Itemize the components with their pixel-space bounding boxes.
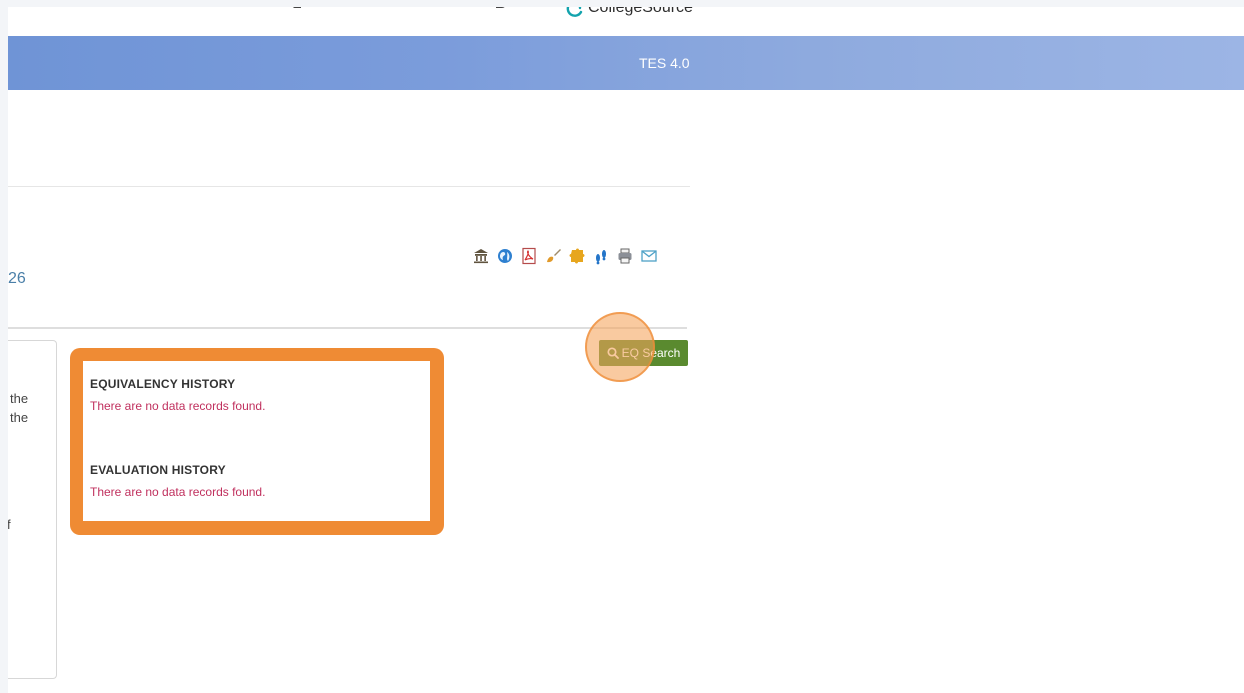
cropped-text-fragment (293, 7, 301, 8)
cropped-text-line: the (10, 410, 29, 425)
content-divider (8, 327, 687, 329)
cropped-text-line: the (10, 391, 29, 406)
collegesource-logo-icon (566, 7, 583, 17)
equivalency-history-title: EQUIVALENCY HISTORY (90, 377, 236, 391)
cropped-text-line: f (8, 517, 11, 532)
app-header-bar: TES 4.0 (8, 36, 1244, 90)
brush-icon[interactable] (543, 246, 563, 266)
left-content-panel: the the f (8, 340, 57, 679)
history-highlight-box: EQUIVALENCY HISTORY There are no data re… (70, 348, 444, 535)
evaluation-empty-message: There are no data records found. (90, 485, 266, 499)
history-card: EQUIVALENCY HISTORY There are no data re… (83, 361, 430, 521)
brand-name: CollegeSource (588, 7, 693, 16)
puzzle-icon[interactable] (567, 246, 587, 266)
pdf-icon[interactable] (519, 246, 539, 266)
globe-icon[interactable] (495, 246, 515, 266)
cropped-number: 26 (8, 270, 26, 287)
section-divider (8, 186, 690, 187)
institution-icon[interactable] (471, 246, 491, 266)
version-label: TES 4.0 (639, 55, 690, 71)
evaluation-history-title: EVALUATION HISTORY (90, 463, 226, 477)
print-icon[interactable] (615, 246, 635, 266)
top-brand-area: CollegeSource (8, 7, 708, 18)
cropped-text-fragment (496, 7, 506, 8)
footprints-icon[interactable] (591, 246, 611, 266)
equivalency-empty-message: There are no data records found. (90, 399, 266, 413)
page: CollegeSource TES 4.0 26 the the f EQUIV… (8, 7, 1244, 693)
search-icon (607, 347, 619, 359)
email-icon[interactable] (639, 246, 659, 266)
eq-search-button[interactable]: EQ Search (599, 340, 688, 366)
eq-search-label: EQ Search (621, 346, 681, 360)
action-toolbar (471, 246, 671, 266)
collegesource-logo[interactable]: CollegeSource (566, 7, 693, 17)
